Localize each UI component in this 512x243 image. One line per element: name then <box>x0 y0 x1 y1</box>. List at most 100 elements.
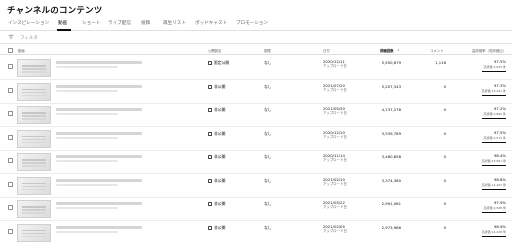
video-title-redacted[interactable] <box>56 108 142 111</box>
row-checkbox[interactable] <box>8 158 13 163</box>
table-row[interactable]: 非公開 なし 2021/07/20 アップロード日 5,207,343 0 97… <box>0 80 512 104</box>
like-count: 高評価 23,061 件 <box>481 159 506 163</box>
video-title-redacted[interactable] <box>56 202 142 205</box>
video-thumbnail[interactable] <box>17 129 51 148</box>
video-description-redacted <box>56 66 118 68</box>
visibility-cell[interactable]: 限定公開 <box>208 60 229 66</box>
like-percentage: 98.8% <box>493 176 506 182</box>
row-checkbox[interactable] <box>8 134 13 140</box>
likes-cell: 97.5% 高評価 5,574 件 <box>484 130 507 140</box>
date-value: 2020/12/10 <box>323 129 345 135</box>
tab-playlists[interactable]: 再生リスト <box>163 20 186 26</box>
header-views[interactable]: 視聴回数 <box>380 48 394 53</box>
row-checkbox[interactable] <box>8 87 13 93</box>
header-visibility: 公開設定 <box>208 49 222 53</box>
video-title-redacted[interactable] <box>56 155 142 158</box>
video-thumbnail[interactable] <box>17 106 51 124</box>
like-percentage: 98.4% <box>493 153 506 158</box>
date-type: アップロード日 <box>323 205 347 209</box>
video-description-redacted <box>56 113 118 115</box>
visibility-cell[interactable]: 非公開 <box>208 201 225 207</box>
visibility-cell[interactable]: 非公開 <box>208 154 225 160</box>
lock-icon <box>208 225 212 230</box>
header-comments[interactable]: コメント <box>430 48 444 53</box>
date-type: アップロード日 <box>323 158 347 162</box>
date-cell: 2021/07/20 アップロード日 <box>323 83 347 93</box>
video-thumbnail[interactable] <box>17 223 51 242</box>
comments-count: 1,116 <box>435 60 446 65</box>
lock-icon <box>208 131 212 136</box>
select-all-checkbox[interactable] <box>8 48 13 53</box>
filter-bar[interactable]: フィルタ <box>0 32 512 44</box>
table-row[interactable]: 非公開 なし 2020/11/14 アップロード日 3,480,858 0 98… <box>0 150 512 174</box>
date-type: アップロード日 <box>323 64 347 68</box>
visibility-label: 非公開 <box>214 107 226 112</box>
header-likes[interactable]: 高評価率（低評価比） <box>472 48 506 53</box>
likes-cell: 98.8% 高評価 12,447 件 <box>482 177 506 187</box>
table-header: 動画 公開設定 制限 日付 視聴回数 ↓ コメント 高評価率（低評価比） <box>0 46 512 55</box>
video-thumbnail[interactable] <box>17 200 51 218</box>
filter-icon[interactable] <box>8 34 14 40</box>
lock-icon <box>208 155 212 159</box>
page-title: チャンネルのコンテンツ <box>7 6 103 16</box>
visibility-cell[interactable]: 非公開 <box>208 131 225 137</box>
video-thumbnail[interactable] <box>17 176 51 195</box>
tab-shorts[interactable]: ショート <box>82 20 100 26</box>
date-cell: 2020/12/10 アップロード日 <box>323 130 347 140</box>
visibility-cell[interactable]: 非公開 <box>208 225 225 231</box>
row-checkbox[interactable] <box>8 64 13 69</box>
video-title-redacted[interactable] <box>56 178 142 182</box>
tab-podcasts[interactable]: ポッドキャスト <box>195 20 227 26</box>
visibility-cell[interactable]: 非公開 <box>208 178 225 184</box>
restriction-label: なし <box>264 60 272 65</box>
likes-cell: 97.9% 高評価 4,568 件 <box>484 200 507 210</box>
tab-videos[interactable]: 動画 <box>58 20 67 26</box>
video-title-redacted[interactable] <box>56 225 142 229</box>
like-ratio-bar <box>482 212 506 213</box>
table-row[interactable]: 非公開 なし 2021/05/30 アップロード日 4,137,278 0 97… <box>0 103 512 127</box>
video-description-redacted <box>56 89 118 92</box>
row-checkbox[interactable] <box>8 181 13 187</box>
like-count: 高評価 33,441 件 <box>481 88 506 93</box>
like-ratio-bar <box>482 188 506 190</box>
video-thumbnail[interactable] <box>17 82 51 101</box>
comments-count: 0 <box>443 224 446 230</box>
row-checkbox[interactable] <box>8 205 13 210</box>
active-tab-indicator <box>57 29 71 31</box>
visibility-cell[interactable]: 非公開 <box>208 107 225 113</box>
video-title-redacted[interactable] <box>56 84 142 88</box>
table-row[interactable]: 非公開 なし 2021/02/05 アップロード日 2,973,986 0 98… <box>0 221 512 243</box>
table-row[interactable]: 非公開 なし 2021/05/22 アップロード日 2,991,061 0 97… <box>0 197 512 221</box>
tab-promotions[interactable]: プロモーション <box>236 20 268 26</box>
tab-live[interactable]: ライブ配信 <box>108 20 131 26</box>
row-checkbox[interactable] <box>8 228 13 234</box>
filter-label[interactable]: フィルタ <box>20 35 38 41</box>
like-ratio-bar <box>482 71 506 72</box>
table-row[interactable]: 非公開 なし 2021/02/10 アップロード日 3,374,380 0 98… <box>0 174 512 198</box>
date-value: 2021/02/05 <box>323 223 345 229</box>
header-restrictions: 制限 <box>264 49 271 53</box>
table-row[interactable]: 非公開 なし 2020/12/10 アップロード日 3,559,789 0 97… <box>0 127 512 151</box>
header-date[interactable]: 日付 <box>323 48 330 53</box>
video-thumbnail[interactable] <box>17 59 51 77</box>
visibility-label: 非公開 <box>214 130 226 136</box>
like-ratio-bar <box>482 141 506 143</box>
visibility-label: 限定公開 <box>214 60 230 65</box>
comments-count: 0 <box>443 177 446 183</box>
table-row[interactable]: 限定公開 なし 2020/12/11 アップロード日 5,550,679 1,1… <box>0 56 512 80</box>
tab-posts[interactable]: 投稿 <box>141 20 150 26</box>
row-checkbox[interactable] <box>8 111 13 116</box>
video-title-redacted[interactable] <box>56 61 142 64</box>
like-count: 高評価 5,574 件 <box>483 135 507 140</box>
video-description-redacted <box>56 230 118 233</box>
like-count: 高評価 5,625 件 <box>483 65 507 69</box>
date-type: アップロード日 <box>323 228 347 233</box>
video-thumbnail[interactable] <box>17 153 51 171</box>
visibility-cell[interactable]: 非公開 <box>208 84 225 90</box>
tab-inspiration[interactable]: インスピレーション <box>8 20 49 26</box>
video-title-redacted[interactable] <box>56 131 142 135</box>
date-type: アップロード日 <box>323 181 347 186</box>
like-ratio-bar <box>482 118 506 119</box>
like-percentage: 98.9% <box>493 223 506 229</box>
like-ratio-bar <box>482 94 506 96</box>
